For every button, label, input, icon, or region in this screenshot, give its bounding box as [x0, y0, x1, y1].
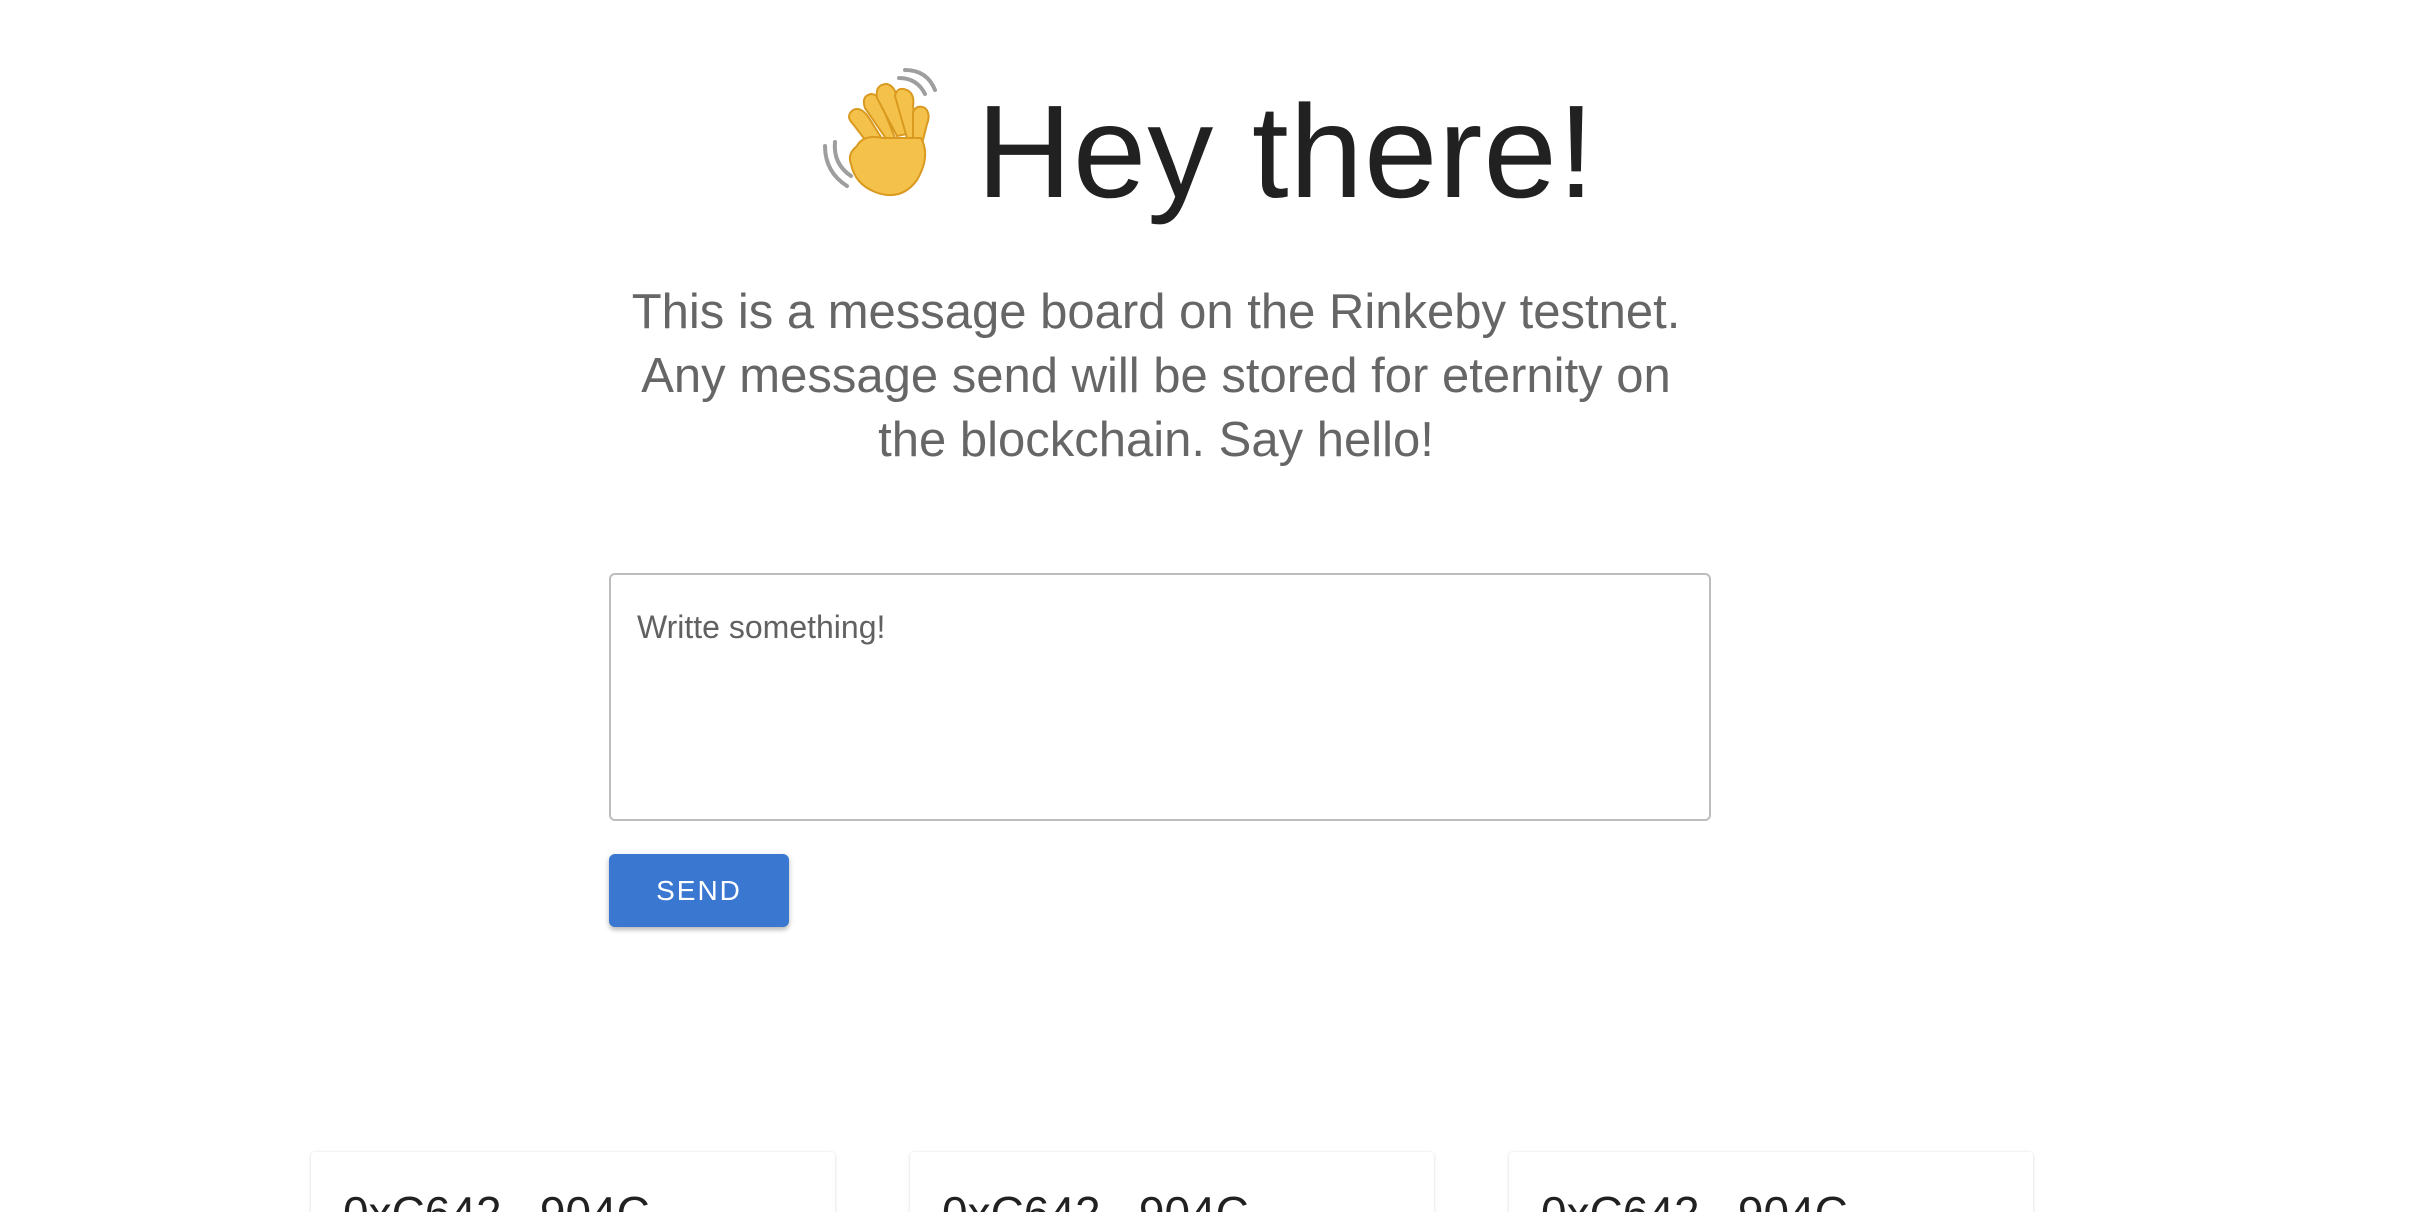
message-card: 0xC642...904C	[311, 1152, 835, 1212]
message-card: 0xC642...904C	[910, 1152, 1434, 1212]
waving-hand-icon	[817, 68, 957, 208]
message-input[interactable]	[609, 573, 1711, 821]
message-board-page: Hey there! This is a message board on th…	[0, 0, 2412, 1212]
message-sender-address: 0xC642...904C	[1541, 1186, 1848, 1212]
message-sender-address: 0xC642...904C	[343, 1186, 650, 1212]
intro-text: This is a message board on the Rinkeby t…	[631, 285, 1681, 467]
page-header: Hey there!	[0, 68, 2412, 225]
message-sender-address: 0xC642...904C	[942, 1186, 1249, 1212]
message-list: 0xC642...904C 0xC642...904C 0xC642...904…	[0, 1152, 2412, 1212]
send-button[interactable]: SEND	[609, 854, 789, 927]
page-title: Hey there!	[976, 78, 1596, 225]
message-card: 0xC642...904C	[1509, 1152, 2033, 1212]
